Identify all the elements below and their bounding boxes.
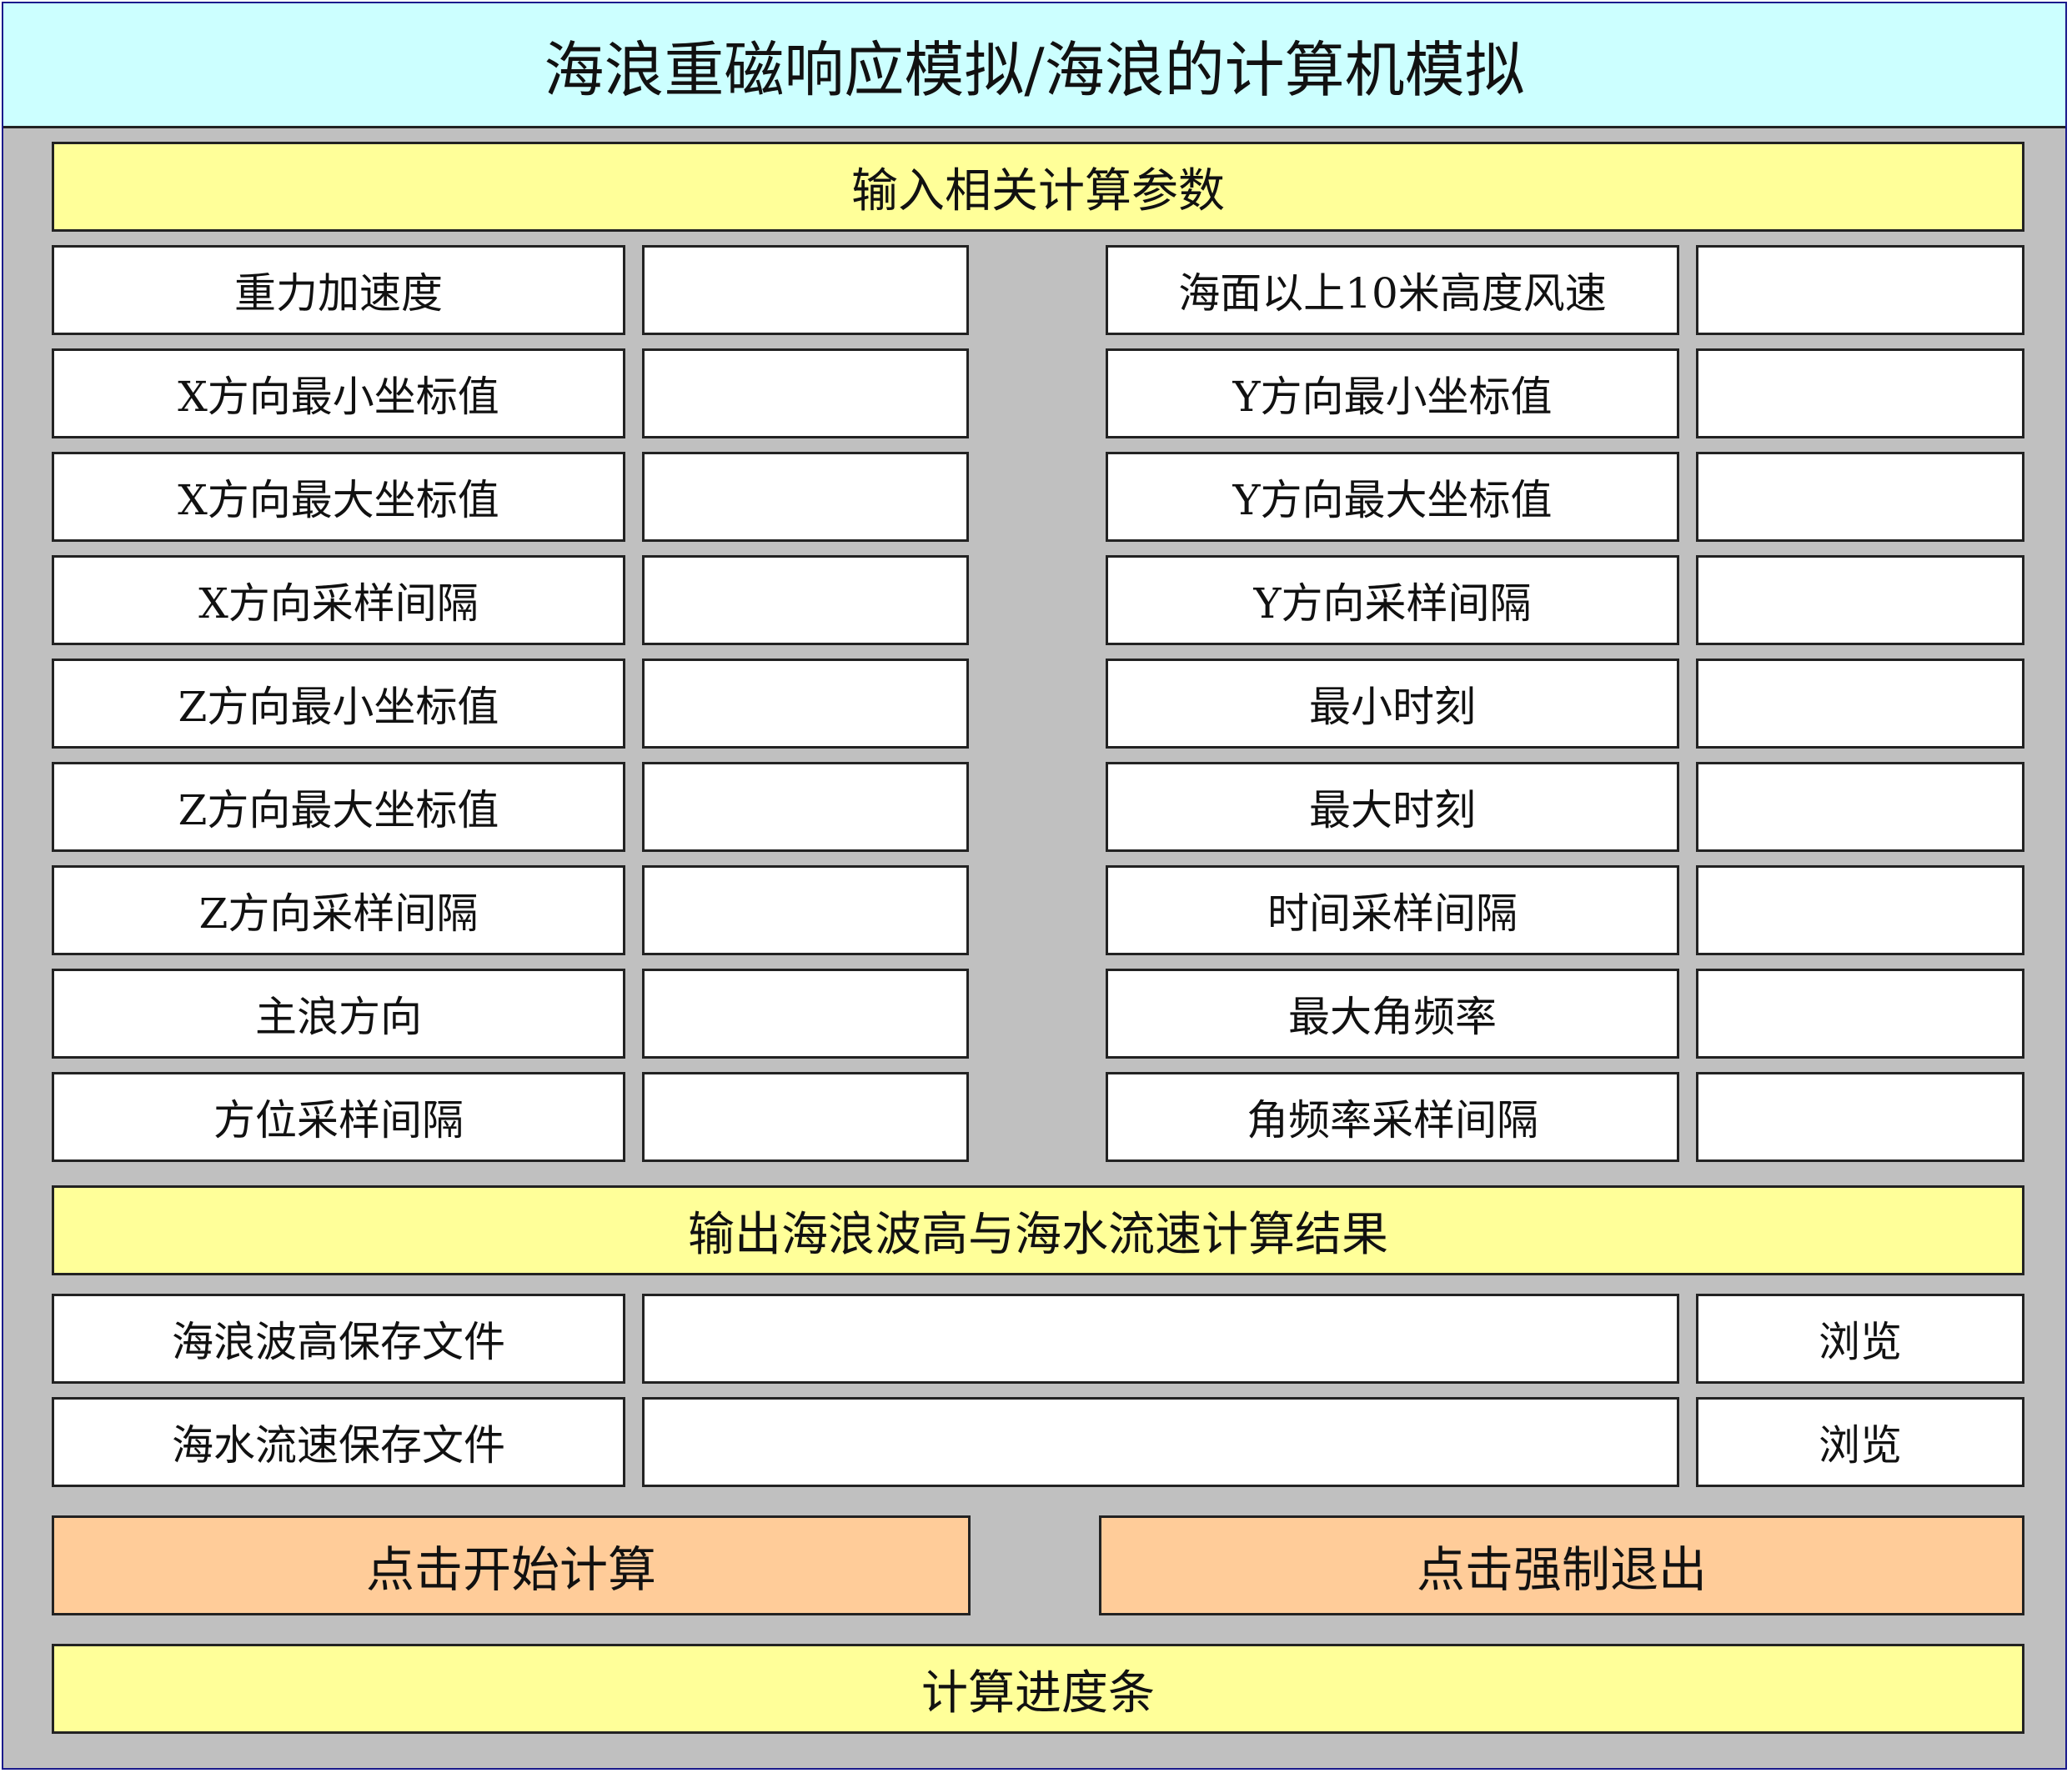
param-label: 重力加速度 (52, 245, 625, 335)
param-label: X方向采样间隔 (52, 555, 625, 645)
input-section-header: 输入相关计算参数 (52, 142, 2024, 232)
param-label: 海面以上10米高度风速 (1106, 245, 1679, 335)
param-value-input[interactable] (642, 348, 969, 438)
output-section-header: 输出海浪波高与海水流速计算结果 (52, 1185, 2024, 1275)
wave-height-file-path-input[interactable] (642, 1294, 1679, 1384)
param-value-input[interactable] (642, 659, 969, 749)
param-label: 主浪方向 (52, 969, 625, 1059)
param-label: 方位采样间隔 (52, 1072, 625, 1162)
param-value-input[interactable] (642, 1072, 969, 1162)
param-value-input[interactable] (1696, 865, 2024, 955)
wave-height-browse-button[interactable]: 浏览 (1696, 1294, 2024, 1384)
param-value-input[interactable] (642, 245, 969, 335)
start-calculation-button[interactable]: 点击开始计算 (52, 1515, 971, 1615)
param-value-input[interactable] (642, 452, 969, 542)
current-velocity-file-path-input[interactable] (642, 1397, 1679, 1487)
param-value-input[interactable] (1696, 762, 2024, 852)
main-window: 海浪重磁响应模拟/海浪的计算机模拟 输入相关计算参数 重力加速度 X方向最小坐标值… (2, 2, 2067, 1770)
param-value-input[interactable] (642, 762, 969, 852)
progress-bar: 计算进度条 (52, 1644, 2024, 1734)
param-value-input[interactable] (1696, 969, 2024, 1059)
window-title: 海浪重磁响应模拟/海浪的计算机模拟 (3, 3, 2065, 128)
param-label: 最小时刻 (1106, 659, 1679, 749)
param-value-input[interactable] (1696, 1072, 2024, 1162)
param-label: X方向最大坐标值 (52, 452, 625, 542)
param-value-input[interactable] (1696, 348, 2024, 438)
param-value-input[interactable] (1696, 245, 2024, 335)
param-label: 最大角频率 (1106, 969, 1679, 1059)
param-label: Y方向最大坐标值 (1106, 452, 1679, 542)
param-value-input[interactable] (1696, 452, 2024, 542)
param-label: Z方向最大坐标值 (52, 762, 625, 852)
wave-height-file-label: 海浪波高保存文件 (52, 1294, 625, 1384)
param-label: Z方向采样间隔 (52, 865, 625, 955)
param-value-input[interactable] (642, 865, 969, 955)
progress-label: 计算进度条 (921, 1665, 1155, 1720)
param-label: 角频率采样间隔 (1106, 1072, 1679, 1162)
param-label: 最大时刻 (1106, 762, 1679, 852)
param-value-input[interactable] (642, 969, 969, 1059)
param-value-input[interactable] (642, 555, 969, 645)
param-label: Y方向采样间隔 (1106, 555, 1679, 645)
param-label: Y方向最小坐标值 (1106, 348, 1679, 438)
param-value-input[interactable] (1696, 555, 2024, 645)
param-value-input[interactable] (1696, 659, 2024, 749)
param-label: X方向最小坐标值 (52, 348, 625, 438)
current-velocity-browse-button[interactable]: 浏览 (1696, 1397, 2024, 1487)
param-label: 时间采样间隔 (1106, 865, 1679, 955)
current-velocity-file-label: 海水流速保存文件 (52, 1397, 625, 1487)
force-exit-button[interactable]: 点击强制退出 (1099, 1515, 2024, 1615)
param-label: Z方向最小坐标值 (52, 659, 625, 749)
